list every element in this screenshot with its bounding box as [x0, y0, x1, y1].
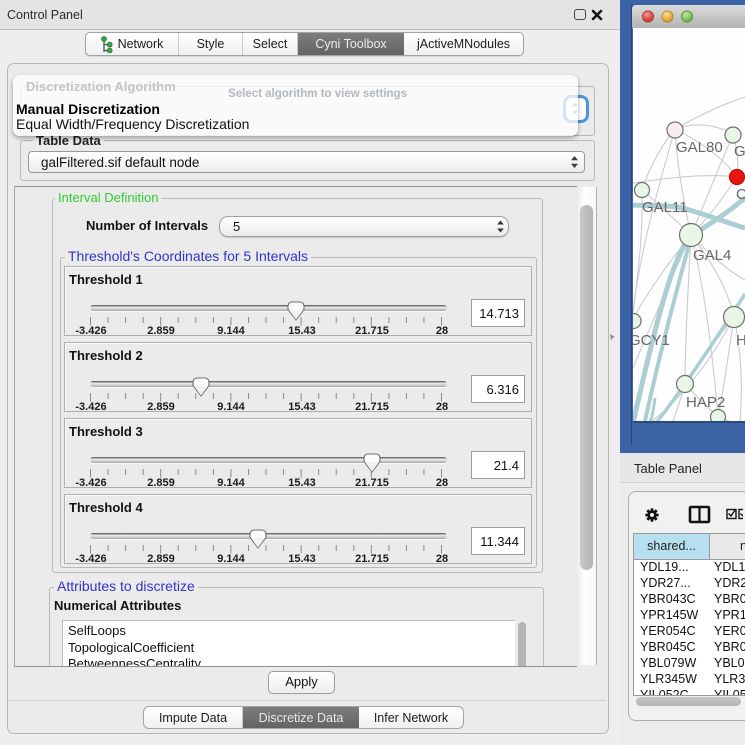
svg-text:HAP2: HAP2	[686, 394, 725, 411]
svg-text:GAL4: GAL4	[693, 247, 731, 264]
svg-text:GA: GA	[734, 143, 745, 160]
svg-text:GAL80: GAL80	[676, 139, 723, 156]
svg-text:C: C	[736, 186, 745, 203]
svg-text:H: H	[736, 332, 745, 349]
svg-text:GAL11: GAL11	[642, 199, 688, 216]
svg-text:GCY1: GCY1	[633, 332, 670, 349]
